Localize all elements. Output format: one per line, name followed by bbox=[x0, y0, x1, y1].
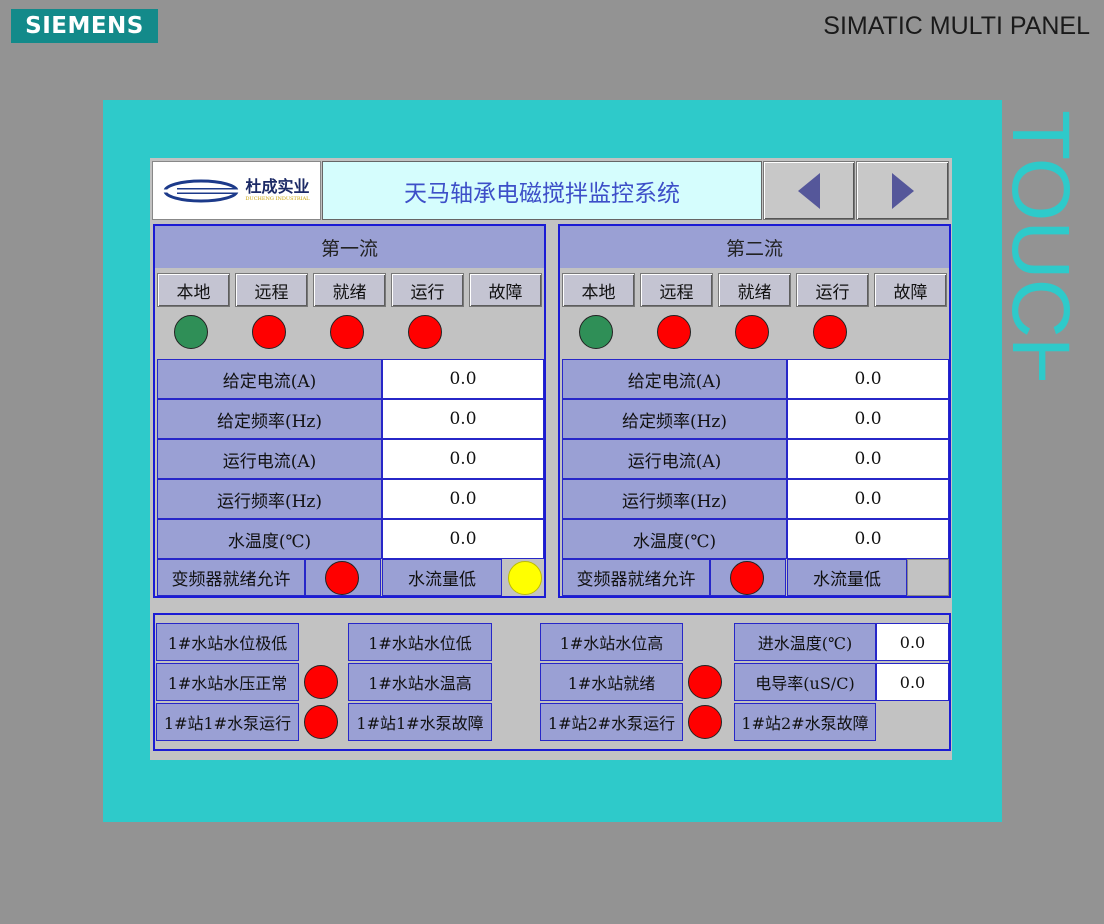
inlet-temp-label: 进水温度(℃) bbox=[734, 623, 876, 661]
pump1-run-label: 1#站1#水泵运行 bbox=[156, 703, 299, 741]
stream2-water-flow-cell bbox=[907, 559, 949, 596]
prev-screen-button[interactable] bbox=[763, 161, 855, 220]
stream1-set-current-value: 0.0 bbox=[382, 359, 544, 399]
panel-model-label: SIMATIC MULTI PANEL bbox=[823, 12, 1090, 40]
stream1-run-frequency-value: 0.0 bbox=[382, 479, 544, 519]
temp-high-label: 1#水站水温高 bbox=[348, 663, 492, 701]
svg-text:TOUCH: TOUCH bbox=[1005, 110, 1086, 380]
stream2-panel: 第二流 本地 远程 就绪 运行 故障 给定电流(A) 0.0 给定频率(Hz) … bbox=[558, 224, 951, 598]
level-high-label: 1#水站水位高 bbox=[540, 623, 683, 661]
stream1-set-frequency-label: 给定频率(Hz) bbox=[157, 399, 382, 439]
stream2-ready-button[interactable]: 就绪 bbox=[718, 273, 791, 307]
stream1-run-button[interactable]: 运行 bbox=[391, 273, 464, 307]
stream1-run-current-value: 0.0 bbox=[382, 439, 544, 479]
stream2-remote-button[interactable]: 远程 bbox=[640, 273, 713, 307]
stream1-panel: 第一流 本地 远程 就绪 运行 故障 给定电流(A) 0.0 给定频率(Hz) … bbox=[153, 224, 546, 598]
station-ready-lamp bbox=[688, 665, 722, 699]
stream2-ready-lamp bbox=[735, 315, 769, 349]
stream1-run-lamp bbox=[408, 315, 442, 349]
conductivity-label: 电导率(uS/C) bbox=[734, 663, 876, 701]
stream1-ready-lamp bbox=[330, 315, 364, 349]
pump2-fault-label: 1#站2#水泵故障 bbox=[734, 703, 876, 741]
stream2-local-button[interactable]: 本地 bbox=[562, 273, 635, 307]
stream1-local-button[interactable]: 本地 bbox=[157, 273, 230, 307]
right-triangle-icon bbox=[891, 172, 914, 209]
stream2-run-frequency-value: 0.0 bbox=[787, 479, 949, 519]
company-name: 杜成实业 bbox=[245, 177, 310, 196]
pump2-run-label: 1#站2#水泵运行 bbox=[540, 703, 683, 741]
pressure-normal-lamp bbox=[304, 665, 338, 699]
company-logo: 杜成实业 DUCHENG INDUSTRIAL bbox=[152, 161, 321, 220]
stream1-water-temp-value: 0.0 bbox=[382, 519, 544, 559]
stream1-set-frequency-value: 0.0 bbox=[382, 399, 544, 439]
stream2-water-temp-label: 水温度(℃) bbox=[562, 519, 787, 559]
inlet-temp-value: 0.0 bbox=[876, 623, 949, 661]
stream2-run-current-value: 0.0 bbox=[787, 439, 949, 479]
stream1-vfd-ready-label: 变频器就绪允许 bbox=[157, 559, 305, 596]
pressure-normal-label: 1#水站水压正常 bbox=[156, 663, 299, 701]
stream1-run-frequency-label: 运行频率(Hz) bbox=[157, 479, 382, 519]
stream2-set-current-label: 给定电流(A) bbox=[562, 359, 787, 399]
stream1-water-flow-low-lamp bbox=[508, 561, 542, 595]
stream1-water-temp-label: 水温度(℃) bbox=[157, 519, 382, 559]
stream2-water-flow-low-label: 水流量低 bbox=[787, 559, 907, 596]
hmi-screen: 杜成实业 DUCHENG INDUSTRIAL 天马轴承电磁搅拌监控系统 第一流… bbox=[150, 158, 952, 760]
stream2-fault-button[interactable]: 故障 bbox=[874, 273, 947, 307]
station-ready-label: 1#水站就绪 bbox=[540, 663, 683, 701]
conductivity-value: 0.0 bbox=[876, 663, 949, 701]
company-subtitle: DUCHENG INDUSTRIAL bbox=[245, 196, 310, 202]
stream2-set-frequency-label: 给定频率(Hz) bbox=[562, 399, 787, 439]
stream1-remote-button[interactable]: 远程 bbox=[235, 273, 308, 307]
water-station-panel: 1#水站水位极低 1#水站水压正常 1#站1#水泵运行 1#水站水位低 1#水站… bbox=[153, 613, 951, 751]
next-screen-button[interactable] bbox=[856, 161, 949, 220]
stream1-ready-button[interactable]: 就绪 bbox=[313, 273, 386, 307]
stream1-run-current-label: 运行电流(A) bbox=[157, 439, 382, 479]
stream2-run-current-label: 运行电流(A) bbox=[562, 439, 787, 479]
ducheng-logo-icon bbox=[163, 179, 240, 202]
left-triangle-icon bbox=[798, 172, 820, 209]
stream2-set-current-value: 0.0 bbox=[787, 359, 949, 399]
stream1-water-flow-low-label: 水流量低 bbox=[382, 559, 502, 596]
touch-label: TOUCH bbox=[1005, 110, 1086, 380]
level-very-low-label: 1#水站水位极低 bbox=[156, 623, 299, 661]
stream2-local-lamp bbox=[579, 315, 613, 349]
stream2-title: 第二流 bbox=[560, 226, 949, 268]
stream1-set-current-label: 给定电流(A) bbox=[157, 359, 382, 399]
siemens-logo: SIEMENS bbox=[11, 9, 158, 43]
pump1-run-lamp bbox=[304, 705, 338, 739]
stream1-remote-lamp bbox=[252, 315, 286, 349]
stream2-remote-lamp bbox=[657, 315, 691, 349]
system-title: 天马轴承电磁搅拌监控系统 bbox=[322, 161, 762, 220]
stream2-run-lamp bbox=[813, 315, 847, 349]
stream1-vfd-ready-lamp bbox=[325, 561, 359, 595]
stream2-vfd-ready-lamp bbox=[730, 561, 764, 595]
pump2-run-lamp bbox=[688, 705, 722, 739]
touch-label-text: TOUCH bbox=[1005, 110, 1086, 380]
stream2-run-frequency-label: 运行频率(Hz) bbox=[562, 479, 787, 519]
stream1-local-lamp bbox=[174, 315, 208, 349]
stream2-water-temp-value: 0.0 bbox=[787, 519, 949, 559]
stream2-vfd-ready-label: 变频器就绪允许 bbox=[562, 559, 710, 596]
stream2-run-button[interactable]: 运行 bbox=[796, 273, 869, 307]
stream1-title: 第一流 bbox=[155, 226, 544, 268]
stream2-set-frequency-value: 0.0 bbox=[787, 399, 949, 439]
pump1-fault-label: 1#站1#水泵故障 bbox=[348, 703, 492, 741]
stream1-fault-button[interactable]: 故障 bbox=[469, 273, 542, 307]
level-low-label: 1#水站水位低 bbox=[348, 623, 492, 661]
